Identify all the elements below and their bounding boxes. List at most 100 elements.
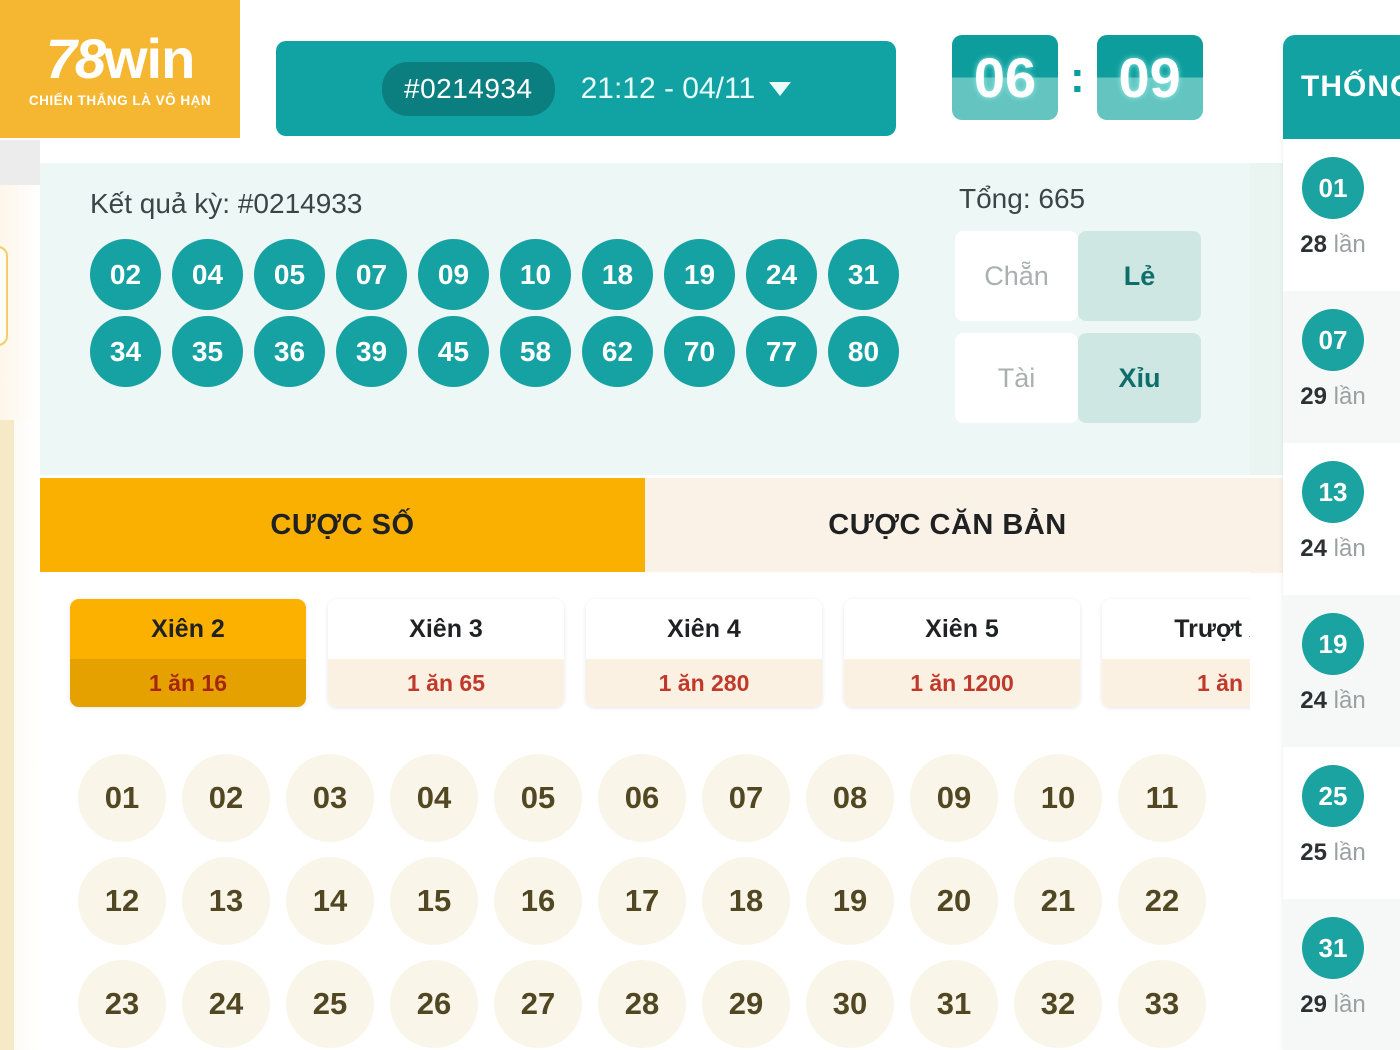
bet-type-xien-3[interactable]: Xiên 3 1 ăn 65 (328, 599, 564, 707)
result-ball: 05 (254, 239, 325, 310)
number-cell[interactable]: 05 (486, 746, 590, 849)
number-cell[interactable]: 08 (798, 746, 902, 849)
number-ball: 13 (182, 856, 270, 945)
number-cell[interactable]: 33 (1110, 952, 1214, 1050)
number-cell[interactable]: 21 (1006, 849, 1110, 952)
number-cell[interactable]: 01 (70, 746, 174, 849)
bet-type-odds: 1 ăn 65 (328, 659, 564, 707)
statistics-count: 28 lần (1300, 231, 1365, 259)
bet-type-title: Xiên 4 (586, 599, 822, 659)
number-cell[interactable]: 12 (70, 849, 174, 952)
number-cell[interactable]: 14 (278, 849, 382, 952)
sidebar-gutter-results (1250, 163, 1283, 475)
bet-type-xien-2[interactable]: Xiên 2 1 ăn 16 (70, 599, 306, 707)
number-cell[interactable]: 16 (486, 849, 590, 952)
number-cell[interactable]: 02 (174, 746, 278, 849)
number-cell[interactable]: 10 (1006, 746, 1110, 849)
number-ball: 04 (390, 753, 478, 842)
result-ball: 04 (172, 239, 243, 310)
statistics-entry[interactable]: 07 29 lần (1283, 309, 1383, 443)
number-cell[interactable]: 15 (382, 849, 486, 952)
number-cell[interactable]: 04 (382, 746, 486, 849)
number-cell[interactable]: 19 (798, 849, 902, 952)
number-cell[interactable]: 23 (70, 952, 174, 1050)
statistics-count-value: 29 (1300, 383, 1327, 410)
statistics-entry[interactable]: 19 24 lần (1283, 613, 1383, 747)
brand-logo[interactable]: 78win CHIẾN THẮNG LÀ VÔ HẠN (0, 0, 240, 138)
number-cell[interactable]: 32 (1006, 952, 1110, 1050)
parity-even-option[interactable]: Chẵn (955, 231, 1078, 321)
number-ball: 14 (286, 856, 374, 945)
timer-minutes-value: 06 (973, 45, 1037, 109)
number-ball: 03 (286, 753, 374, 842)
result-ball: 24 (746, 239, 817, 310)
size-big-option[interactable]: Tài (955, 333, 1078, 423)
number-cell[interactable]: 25 (278, 952, 382, 1050)
number-cell[interactable]: 13 (174, 849, 278, 952)
number-cell[interactable]: 29 (694, 952, 798, 1050)
tab-cuoc-so[interactable]: CƯỢC SỐ (40, 478, 645, 572)
statistics-row[interactable]: 13 24 lần (1283, 443, 1400, 595)
number-ball: 26 (390, 959, 478, 1048)
statistics-row[interactable]: 07 29 lần (1283, 291, 1400, 443)
number-cell[interactable]: 27 (486, 952, 590, 1050)
number-cell[interactable]: 20 (902, 849, 1006, 952)
number-cell[interactable]: 06 (590, 746, 694, 849)
period-selector[interactable]: #0214934 21:12 - 04/11 (276, 41, 896, 136)
statistics-count-unit: lần (1333, 839, 1366, 866)
result-ball: 58 (500, 316, 571, 387)
statistics-row[interactable]: 25 25 lần (1283, 747, 1400, 899)
number-cell[interactable]: 22 (1110, 849, 1214, 952)
bet-type-truot-xien[interactable]: Trượt X 1 ăn (1102, 599, 1250, 707)
left-partial-strip (0, 0, 40, 1050)
parity-odd-option[interactable]: Lẻ (1078, 231, 1201, 321)
result-ball: 02 (90, 239, 161, 310)
number-cell[interactable]: 09 (902, 746, 1006, 849)
bet-type-odds: 1 ăn (1102, 659, 1250, 707)
number-cell[interactable]: 17 (590, 849, 694, 952)
period-time[interactable]: 21:12 - 04/11 (581, 72, 792, 106)
number-ball: 09 (910, 753, 998, 842)
number-cell[interactable]: 07 (694, 746, 798, 849)
statistics-entry[interactable]: 13 24 lần (1283, 461, 1383, 595)
statistics-entry[interactable]: 25 25 lần (1283, 765, 1383, 899)
number-cell[interactable]: 18 (694, 849, 798, 952)
statistics-number: 01 (1302, 157, 1364, 219)
statistics-entry[interactable]: 31 29 lần (1283, 917, 1383, 1050)
number-cell[interactable]: 30 (798, 952, 902, 1050)
number-ball: 05 (494, 753, 582, 842)
bet-type-xien-5[interactable]: Xiên 5 1 ăn 1200 (844, 599, 1080, 707)
number-ball: 10 (1014, 753, 1102, 842)
header-bar: #0214934 21:12 - 04/11 06 : 09 (240, 0, 1250, 138)
statistics-row[interactable]: 19 24 lần (1283, 595, 1400, 747)
number-cell[interactable]: 28 (590, 952, 694, 1050)
number-cell[interactable]: 24 (174, 952, 278, 1050)
totals-section: Tổng: 665 Chẵn Lẻ Tài Xỉu (955, 183, 1215, 435)
logo-number: 78 (45, 26, 106, 90)
statistics-row[interactable]: 01 28 lần (1283, 139, 1400, 291)
tab-cuoc-can-ban[interactable]: CƯỢC CĂN BẢN (645, 478, 1250, 572)
number-ball: 19 (806, 856, 894, 945)
result-ball: 07 (336, 239, 407, 310)
number-ball: 30 (806, 959, 894, 1048)
chevron-down-icon[interactable] (769, 81, 792, 96)
statistics-title: THỐNG KÊ (1283, 35, 1400, 139)
number-ball: 16 (494, 856, 582, 945)
result-ball: 80 (828, 316, 899, 387)
bet-type-xien-4[interactable]: Xiên 4 1 ăn 280 (586, 599, 822, 707)
number-cell[interactable]: 26 (382, 952, 486, 1050)
size-small-option[interactable]: Xỉu (1078, 333, 1201, 423)
total-sum-label: Tổng: 665 (959, 183, 1086, 214)
number-cell[interactable]: 03 (278, 746, 382, 849)
statistics-entry[interactable]: 01 28 lần (1283, 157, 1383, 291)
result-ball: 10 (500, 239, 571, 310)
result-ball-row-2: 34 35 36 39 45 58 62 70 77 80 (90, 316, 899, 387)
statistics-row[interactable]: 31 29 lần (1283, 899, 1400, 1050)
result-ball: 70 (664, 316, 735, 387)
statistics-count-unit: lần (1333, 383, 1366, 410)
lottery-betting-page: 78win CHIẾN THẮNG LÀ VÔ HẠN #0214934 21:… (0, 0, 1400, 1050)
statistics-number: 25 (1302, 765, 1364, 827)
number-ball: 23 (78, 959, 166, 1048)
number-cell[interactable]: 11 (1110, 746, 1214, 849)
number-cell[interactable]: 31 (902, 952, 1006, 1050)
